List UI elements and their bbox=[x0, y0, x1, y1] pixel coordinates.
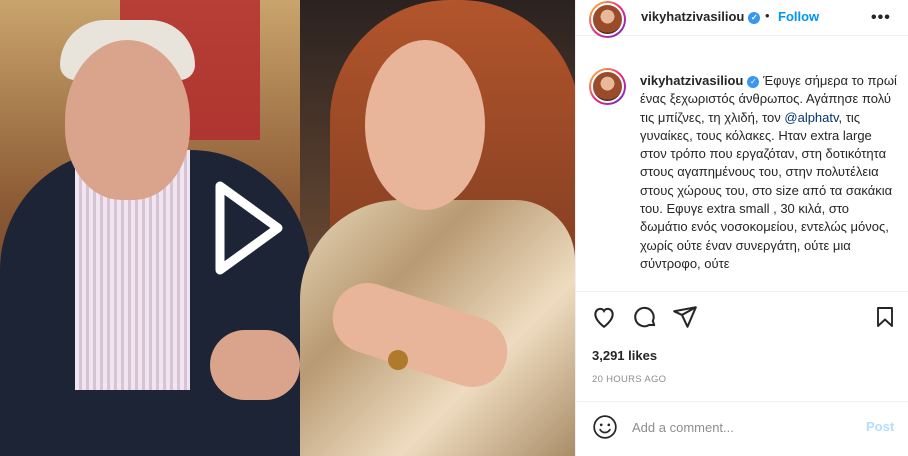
post-timestamp[interactable]: 20 HOURS AGO bbox=[592, 374, 666, 385]
comment-input[interactable] bbox=[632, 416, 852, 438]
post-header: vikyhatzivasiliou ✓ • Follow ••• bbox=[575, 0, 908, 38]
header-username[interactable]: vikyhatzivasiliou ✓ bbox=[641, 9, 761, 24]
play-icon[interactable] bbox=[214, 180, 284, 276]
caption-username[interactable]: vikyhatzivasiliou bbox=[640, 73, 743, 88]
verified-badge-icon: ✓ bbox=[748, 11, 761, 24]
heart-icon[interactable] bbox=[591, 304, 617, 330]
caption-mention-link[interactable]: @alphatv bbox=[784, 110, 838, 125]
caption-area: vikyhatzivasiliou ✓ Έφυγε σήμερα το πρωί … bbox=[575, 56, 908, 290]
media-person-head bbox=[65, 40, 190, 200]
header-username-text[interactable]: vikyhatzivasiliou bbox=[641, 9, 744, 24]
divider bbox=[575, 291, 908, 292]
caption-avatar-image bbox=[591, 70, 624, 103]
follow-button[interactable]: Follow bbox=[778, 9, 819, 24]
post-media[interactable] bbox=[0, 0, 575, 456]
verified-badge-icon: ✓ bbox=[747, 75, 760, 88]
likes-count[interactable]: 3,291 likes bbox=[592, 348, 657, 363]
caption-text: vikyhatzivasiliou ✓ Έφυγε σήμερα το πρωί … bbox=[640, 72, 900, 273]
header-separator: • bbox=[765, 8, 770, 23]
action-bar bbox=[575, 304, 908, 334]
media-ring bbox=[388, 350, 408, 370]
emoji-icon[interactable] bbox=[592, 414, 618, 440]
caption-avatar[interactable] bbox=[589, 68, 626, 105]
more-options-icon[interactable]: ••• bbox=[871, 9, 891, 27]
avatar[interactable] bbox=[589, 1, 626, 38]
comment-icon[interactable] bbox=[632, 304, 658, 330]
caption-body-part2: , τις γυναίκες, τους κόλακες. Ηταν extra… bbox=[640, 109, 893, 271]
media-person-hand bbox=[210, 330, 300, 400]
divider bbox=[575, 401, 908, 402]
bookmark-icon[interactable] bbox=[873, 304, 897, 330]
post-comment-button[interactable]: Post bbox=[866, 419, 894, 434]
media-person2-face bbox=[365, 40, 485, 210]
avatar-image bbox=[591, 3, 624, 36]
paper-plane-icon[interactable] bbox=[672, 304, 698, 330]
